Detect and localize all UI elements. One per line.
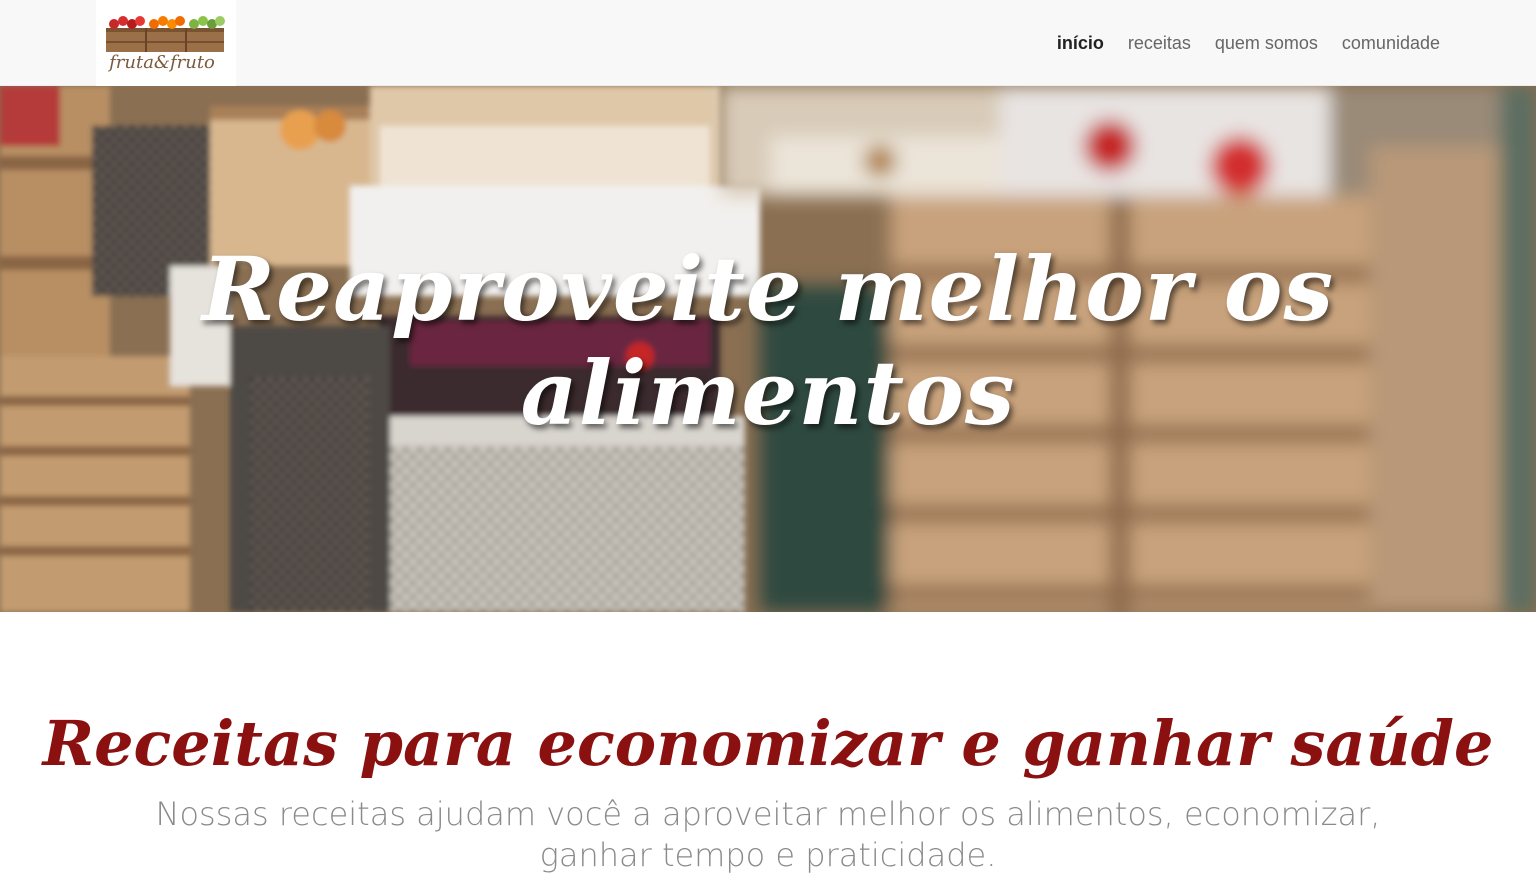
main-nav: início receitas quem somos comunidade <box>1057 0 1440 86</box>
hero-title: Reaproveite melhor os alimentos <box>202 236 1334 445</box>
nav-item-receitas[interactable]: receitas <box>1128 33 1191 54</box>
nav-item-quem-somos[interactable]: quem somos <box>1215 33 1318 54</box>
nav-item-comunidade[interactable]: comunidade <box>1342 33 1440 54</box>
navbar: fruta&fruto início receitas quem somos c… <box>0 0 1536 86</box>
nav-item-inicio[interactable]: início <box>1057 33 1104 54</box>
fruit-crates-icon <box>106 16 225 52</box>
logo-text: fruta&fruto <box>109 52 215 73</box>
section-title: Receitas para economizar e ganhar saúde <box>42 707 1494 781</box>
brand-logo[interactable]: fruta&fruto <box>96 0 236 86</box>
hero-banner: Reaproveite melhor os alimentos <box>0 86 1536 612</box>
